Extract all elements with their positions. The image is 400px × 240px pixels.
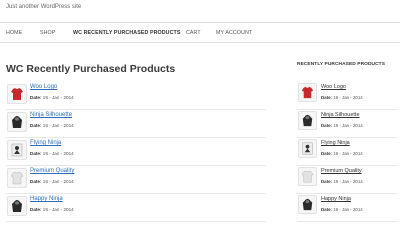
purchase-date: Date: 19 - Jan - 2014 (321, 95, 363, 100)
list-item: Flying Ninja Date: 19 - Jan - 2014 (297, 138, 397, 166)
product-link[interactable]: Premium Quality (30, 168, 74, 174)
nav-item-cart[interactable]: CART (186, 30, 201, 36)
main-navigation: HOME SHOP WC RECENTLY PURCHASED PRODUCTS… (0, 22, 400, 43)
list-item: Ninja Silhouette Date: 19 - Jan - 2014 (297, 110, 397, 138)
nav-item-my-account[interactable]: MY ACCOUNT (216, 30, 252, 36)
black-hoodie-icon[interactable] (298, 111, 317, 130)
product-link[interactable]: Flying Ninja (321, 140, 350, 146)
product-link[interactable]: Ninja Silhouette (321, 112, 360, 118)
list-item: Premium Quality Date: 19 - Jan - 2014 (297, 166, 397, 194)
product-link[interactable]: Premium Quality (321, 168, 362, 174)
date-label: Date: (321, 151, 332, 156)
list-item: Woo Logo Date: 19 - Jan - 2014 (297, 82, 397, 110)
red-tshirt-icon[interactable] (298, 83, 317, 102)
date-value: 19 - Jan - 2014 (333, 123, 363, 128)
product-link[interactable]: Woo Logo (30, 84, 57, 90)
date-label: Date: (321, 207, 332, 212)
recent-products-list: Woo Logo Date: 19 - Jan - 2014 Ninja Sil… (6, 82, 266, 222)
date-label: Date: (321, 95, 332, 100)
product-link[interactable]: Ninja Silhouette (30, 112, 72, 118)
page-title: WC Recently Purchased Products (6, 63, 176, 75)
date-value: 19 - Jan - 2014 (333, 151, 363, 156)
date-value: 19 - Jan - 2014 (333, 207, 363, 212)
purchase-date: Date: 19 - Jan - 2014 (30, 123, 74, 128)
date-label: Date: (321, 123, 332, 128)
white-tshirt-icon[interactable] (298, 167, 317, 186)
product-link[interactable]: Happy Ninja (30, 196, 63, 202)
ninja-poster-icon[interactable] (7, 140, 27, 160)
black-hoodie-icon[interactable] (7, 112, 27, 132)
list-item: Happy Ninja Date: 19 - Jan - 2014 (297, 194, 397, 222)
purchase-date: Date: 19 - Jan - 2014 (321, 123, 363, 128)
date-label: Date: (30, 179, 42, 184)
date-value: 19 - Jan - 2014 (42, 95, 74, 100)
purchase-date: Date: 19 - Jan - 2014 (321, 179, 363, 184)
ninja-poster-icon[interactable] (298, 139, 317, 158)
sidebar-widget: RECENTLY PURCHASED PRODUCTS Woo Logo Dat… (297, 62, 397, 222)
product-link[interactable]: Woo Logo (321, 84, 346, 90)
list-item: Ninja Silhouette Date: 19 - Jan - 2014 (6, 110, 266, 138)
product-link[interactable]: Flying Ninja (30, 140, 61, 146)
white-tshirt-icon[interactable] (7, 168, 27, 188)
black-hoodie-icon[interactable] (7, 196, 27, 216)
site-tagline: Just another WordPress site (6, 4, 82, 10)
date-value: 19 - Jan - 2014 (42, 207, 74, 212)
list-item: Premium Quality Date: 19 - Jan - 2014 (6, 166, 266, 194)
widget-title: RECENTLY PURCHASED PRODUCTS (297, 62, 385, 67)
purchase-date: Date: 19 - Jan - 2014 (321, 151, 363, 156)
purchase-date: Date: 19 - Jan - 2014 (30, 207, 74, 212)
purchase-date: Date: 19 - Jan - 2014 (30, 179, 74, 184)
purchase-date: Date: 19 - Jan - 2014 (30, 95, 74, 100)
date-label: Date: (30, 207, 42, 212)
date-value: 19 - Jan - 2014 (42, 179, 74, 184)
list-item: Happy Ninja Date: 19 - Jan - 2014 (6, 194, 266, 222)
nav-item-wc-recently-purchased-products[interactable]: WC RECENTLY PURCHASED PRODUCTS (73, 30, 180, 36)
red-tshirt-icon[interactable] (7, 84, 27, 104)
date-label: Date: (321, 179, 332, 184)
black-hoodie-icon[interactable] (298, 195, 317, 214)
date-value: 19 - Jan - 2014 (42, 123, 74, 128)
sidebar-products-list: Woo Logo Date: 19 - Jan - 2014 Ninja Sil… (297, 82, 397, 222)
date-label: Date: (30, 151, 42, 156)
list-item: Woo Logo Date: 19 - Jan - 2014 (6, 82, 266, 110)
product-link[interactable]: Happy Ninja (321, 196, 351, 202)
date-label: Date: (30, 123, 42, 128)
date-value: 19 - Jan - 2014 (333, 179, 363, 184)
date-value: 19 - Jan - 2014 (42, 151, 74, 156)
purchase-date: Date: 19 - Jan - 2014 (30, 151, 74, 156)
date-value: 19 - Jan - 2014 (333, 95, 363, 100)
nav-item-home[interactable]: HOME (6, 30, 22, 36)
nav-item-shop[interactable]: SHOP (40, 30, 55, 36)
list-item: Flying Ninja Date: 19 - Jan - 2014 (6, 138, 266, 166)
date-label: Date: (30, 95, 42, 100)
purchase-date: Date: 19 - Jan - 2014 (321, 207, 363, 212)
